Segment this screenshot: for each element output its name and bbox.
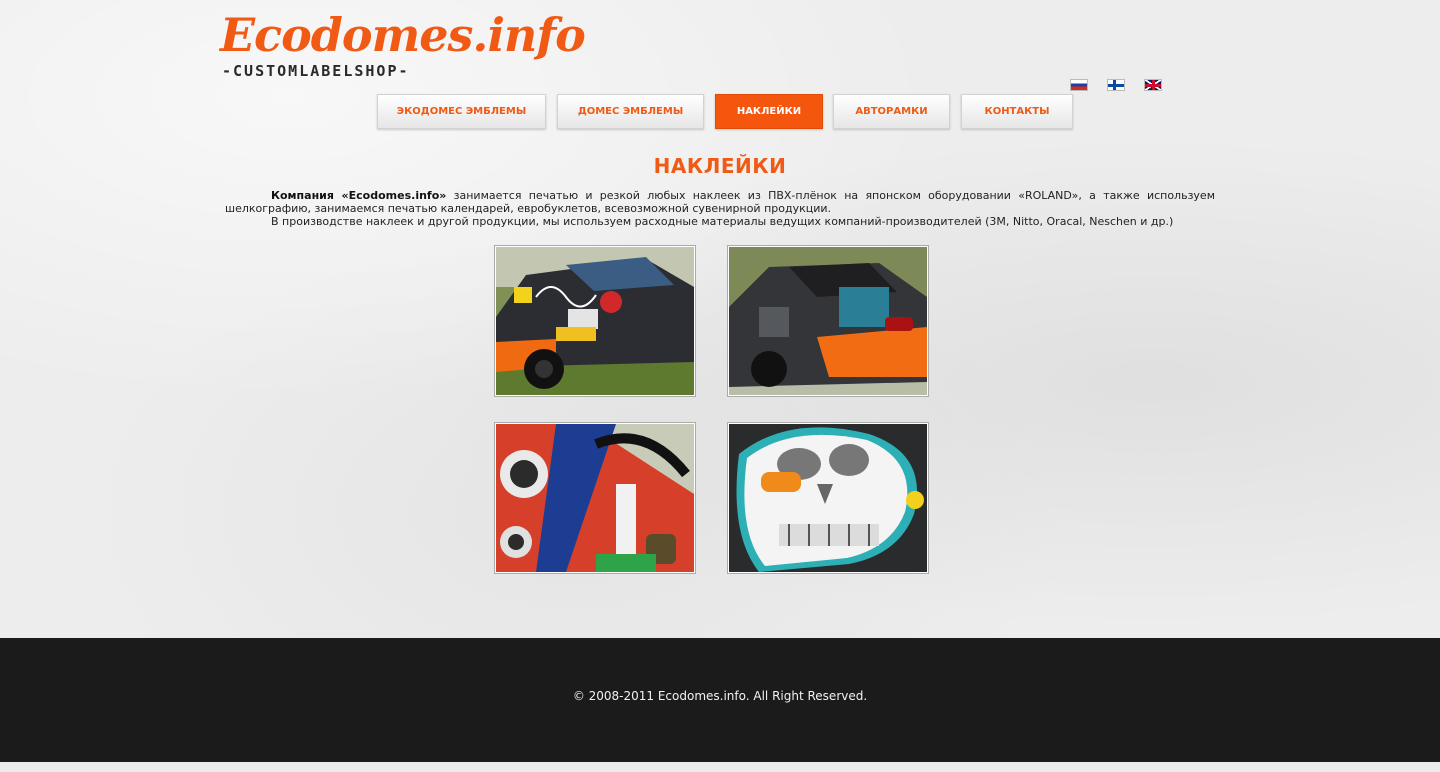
intro-paragraph-2: В производстве наклеек и другой продукци… — [271, 215, 1174, 228]
car-rear-stickers-photo[interactable] — [727, 245, 929, 397]
nav-contacts[interactable]: КОНТАКТЫ — [961, 94, 1073, 129]
gallery-image-2 — [729, 247, 927, 395]
nav-domes-emblems[interactable]: ДОМЕС ЭМБЛЕМЫ — [557, 94, 704, 129]
logo-tagline: -CUSTOMLABELSHOP- — [222, 62, 410, 80]
car-yokohama-stickers-photo[interactable] — [494, 422, 696, 574]
intro-company-name: Компания «Ecodomes.info» — [271, 189, 447, 202]
language-switcher — [1070, 79, 1162, 91]
finland-flag-icon[interactable] — [1107, 79, 1125, 91]
nav-stickers[interactable]: НАКЛЕЙКИ — [715, 94, 823, 129]
uk-flag-icon[interactable] — [1144, 79, 1162, 91]
footer: © 2008-2011 Ecodomes.info. All Right Res… — [0, 638, 1440, 762]
russia-flag-icon[interactable] — [1070, 79, 1088, 91]
page-title: НАКЛЕЙКИ — [653, 154, 787, 178]
gallery-image-3 — [496, 424, 694, 572]
logo-name: Ecodomes.info — [220, 8, 586, 62]
nav-license-frames[interactable]: АВТОРАМКИ — [833, 94, 950, 129]
gallery-image-4 — [729, 424, 927, 572]
skull-sticker-photo[interactable] — [727, 422, 929, 574]
site-logo[interactable]: Ecodomes.info -CUSTOMLABELSHOP- — [220, 6, 586, 80]
nav-ecodomes-emblems[interactable]: ЭКОДОМЕС ЭМБЛЕМЫ — [377, 94, 546, 129]
copyright-text: © 2008-2011 Ecodomes.info. All Right Res… — [572, 689, 868, 703]
footer-bottom-strip — [0, 762, 1440, 772]
intro-paragraph-1: Компания «Ecodomes.info» занимается печа… — [225, 189, 1215, 215]
gallery-image-1 — [496, 247, 694, 395]
car-graffiti-stickers-photo[interactable] — [494, 245, 696, 397]
intro-text: Компания «Ecodomes.info» занимается печа… — [225, 189, 1215, 228]
main-navigation: ЭКОДОМЕС ЭМБЛЕМЫ ДОМЕС ЭМБЛЕМЫ НАКЛЕЙКИ … — [0, 94, 1440, 130]
